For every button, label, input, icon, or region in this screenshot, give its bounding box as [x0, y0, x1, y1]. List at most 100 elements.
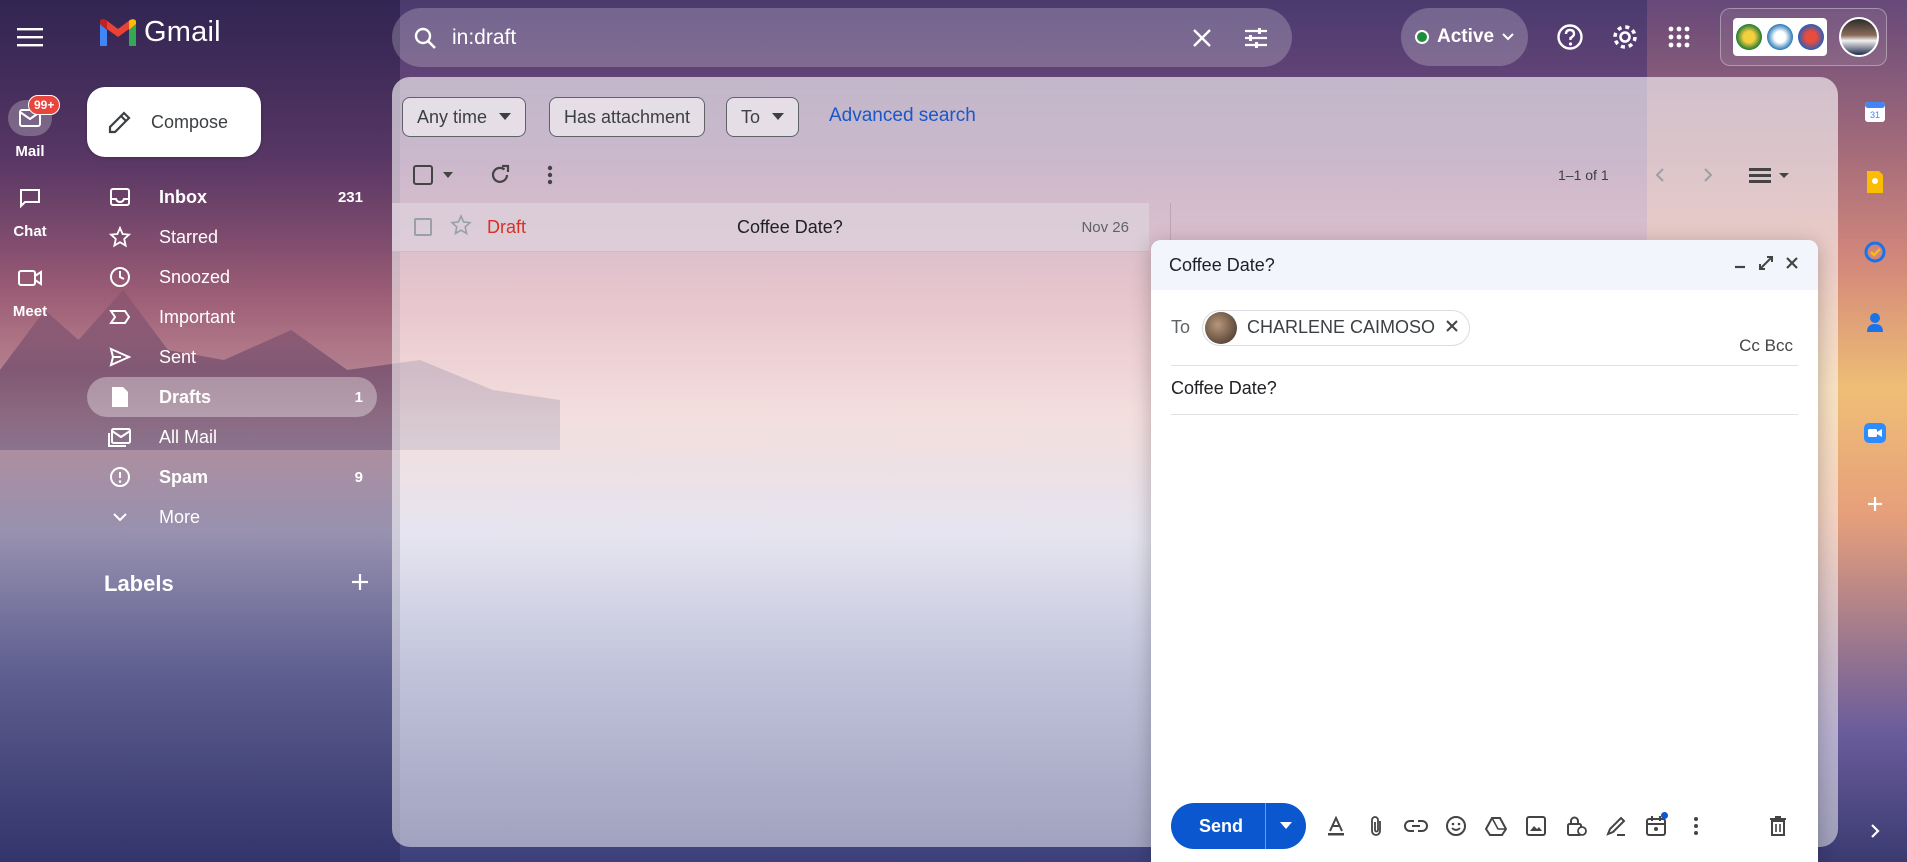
sidebar-item-label: Spam — [159, 466, 209, 487]
divider — [1171, 365, 1798, 366]
sidebar-item-snoozed[interactable]: Snoozed — [87, 257, 377, 297]
zoom-meeting-icon[interactable] — [1860, 418, 1890, 448]
compose-window: Coffee Date? To CHARLENE CAIMOSO Cc Bcc … — [1151, 240, 1818, 862]
sidebar-item-all-mail[interactable]: All Mail — [87, 417, 377, 457]
rail-meet[interactable]: Meet — [0, 260, 60, 320]
organization-logo-icon — [1733, 18, 1827, 56]
video-camera-icon — [8, 260, 52, 296]
sidebar-item-label: All Mail — [159, 426, 218, 447]
more-vert-icon[interactable] — [536, 161, 564, 189]
clear-search-icon[interactable] — [1184, 20, 1220, 56]
formatting-options-icon[interactable] — [1316, 806, 1356, 846]
signature-icon[interactable] — [1596, 806, 1636, 846]
send-options-icon[interactable] — [1266, 803, 1306, 849]
row-checkbox[interactable] — [414, 218, 432, 236]
send-label: Send — [1171, 803, 1267, 849]
select-all-checkbox[interactable] — [412, 161, 460, 189]
all-mail-icon — [107, 425, 133, 449]
status-label: Active — [1436, 26, 1495, 47]
filter-has-attachment[interactable]: Has attachment — [549, 97, 706, 137]
star-toggle-icon[interactable] — [450, 213, 472, 241]
emoji-icon[interactable] — [1436, 806, 1476, 846]
attach-file-icon[interactable] — [1356, 806, 1396, 846]
rail-mail-label: Mail — [15, 143, 45, 160]
search-icon[interactable] — [410, 23, 440, 53]
subject-field[interactable]: Coffee Date? — [1171, 378, 1277, 399]
sidebar-item-important[interactable]: Important — [87, 297, 377, 337]
schedule-send-icon[interactable] — [1636, 806, 1676, 846]
advanced-search-link[interactable]: Advanced search — [829, 105, 976, 127]
message-body[interactable] — [1171, 420, 1798, 790]
apps-grid-icon[interactable] — [1660, 18, 1698, 56]
remove-recipient-icon[interactable] — [1445, 317, 1459, 338]
prev-page-icon[interactable] — [1646, 161, 1674, 189]
keep-icon[interactable] — [1860, 167, 1890, 197]
minimize-icon[interactable] — [1732, 255, 1748, 276]
tasks-icon[interactable] — [1860, 237, 1890, 267]
settings-gear-icon[interactable] — [1606, 18, 1644, 56]
compose-button[interactable]: Compose — [87, 87, 261, 157]
main-menu-button[interactable] — [10, 17, 50, 57]
mail-unread-badge: 99+ — [28, 95, 61, 115]
close-icon[interactable] — [1784, 255, 1800, 276]
chevron-down-icon — [107, 505, 133, 529]
sidebar-item-sent[interactable]: Sent — [87, 337, 377, 377]
row-subject: Coffee Date? — [737, 216, 843, 237]
rail-chat-label: Chat — [13, 223, 47, 240]
confidential-mode-icon[interactable] — [1556, 806, 1596, 846]
sidebar-item-inbox[interactable]: Inbox 231 — [87, 177, 377, 217]
spam-icon — [107, 465, 133, 489]
sidebar-item-label: Sent — [159, 346, 197, 367]
gmail-logo[interactable]: Gmail — [98, 16, 221, 49]
search-options-icon[interactable] — [1238, 20, 1274, 56]
search-input[interactable] — [452, 25, 1184, 50]
recipient-chip[interactable]: CHARLENE CAIMOSO — [1202, 309, 1471, 346]
sidebar-item-spam[interactable]: Spam 9 — [87, 457, 377, 497]
spam-count: 9 — [354, 468, 363, 486]
filter-any-time[interactable]: Any time — [402, 97, 527, 137]
gmail-m-icon — [100, 18, 136, 46]
page-count: 1–1 of 1 — [1558, 167, 1609, 183]
send-icon — [107, 345, 133, 369]
sidebar-item-label: Starred — [159, 226, 219, 247]
insert-photo-icon[interactable] — [1516, 806, 1556, 846]
expand-side-panel-icon[interactable] — [1860, 816, 1890, 846]
cc-bcc-toggle[interactable]: Cc Bcc — [1739, 336, 1793, 356]
compose-toolbar: Send — [1171, 803, 1798, 849]
caret-down-icon — [499, 113, 512, 120]
to-field[interactable]: To CHARLENE CAIMOSO — [1171, 300, 1798, 355]
contacts-icon[interactable] — [1860, 307, 1890, 337]
calendar-icon[interactable]: 31 — [1860, 97, 1890, 127]
sidebar-item-label: More — [159, 506, 201, 527]
status-button[interactable]: Active — [1401, 8, 1528, 66]
add-label-icon[interactable] — [351, 571, 369, 597]
search-bar[interactable] — [392, 8, 1292, 67]
sidebar-nav: Inbox 231 Starred Snoozed Important Sent… — [87, 177, 377, 537]
filter-to[interactable]: To — [726, 97, 800, 137]
rail-meet-label: Meet — [12, 303, 48, 320]
sidebar-item-starred[interactable]: Starred — [87, 217, 377, 257]
compose-window-header[interactable]: Coffee Date? — [1151, 240, 1818, 290]
chat-icon — [8, 180, 52, 216]
sidebar-item-label: Drafts — [159, 386, 212, 407]
next-page-icon[interactable] — [1694, 161, 1722, 189]
clock-icon — [107, 265, 133, 289]
sidebar-item-drafts[interactable]: Drafts 1 — [87, 377, 377, 417]
send-button[interactable]: Send — [1171, 803, 1307, 849]
account-avatar[interactable] — [1839, 17, 1879, 57]
table-row[interactable]: Draft Coffee Date? Nov 26 — [392, 203, 1149, 252]
refresh-icon[interactable] — [486, 161, 514, 189]
split-pane-toggle-icon[interactable] — [1746, 161, 1796, 189]
help-icon[interactable] — [1551, 18, 1589, 56]
google-drive-icon[interactable] — [1476, 806, 1516, 846]
account-switcher[interactable] — [1720, 8, 1887, 66]
add-addon-icon[interactable] — [1860, 489, 1890, 519]
insert-link-icon[interactable] — [1396, 806, 1436, 846]
discard-draft-icon[interactable] — [1758, 806, 1798, 846]
rail-chat[interactable]: Chat — [0, 180, 60, 240]
more-options-icon[interactable] — [1676, 806, 1716, 846]
svg-text:31: 31 — [1870, 110, 1880, 120]
inbox-count: 231 — [337, 188, 363, 206]
pop-out-icon[interactable] — [1758, 255, 1774, 276]
sidebar-item-more[interactable]: More — [87, 497, 377, 537]
